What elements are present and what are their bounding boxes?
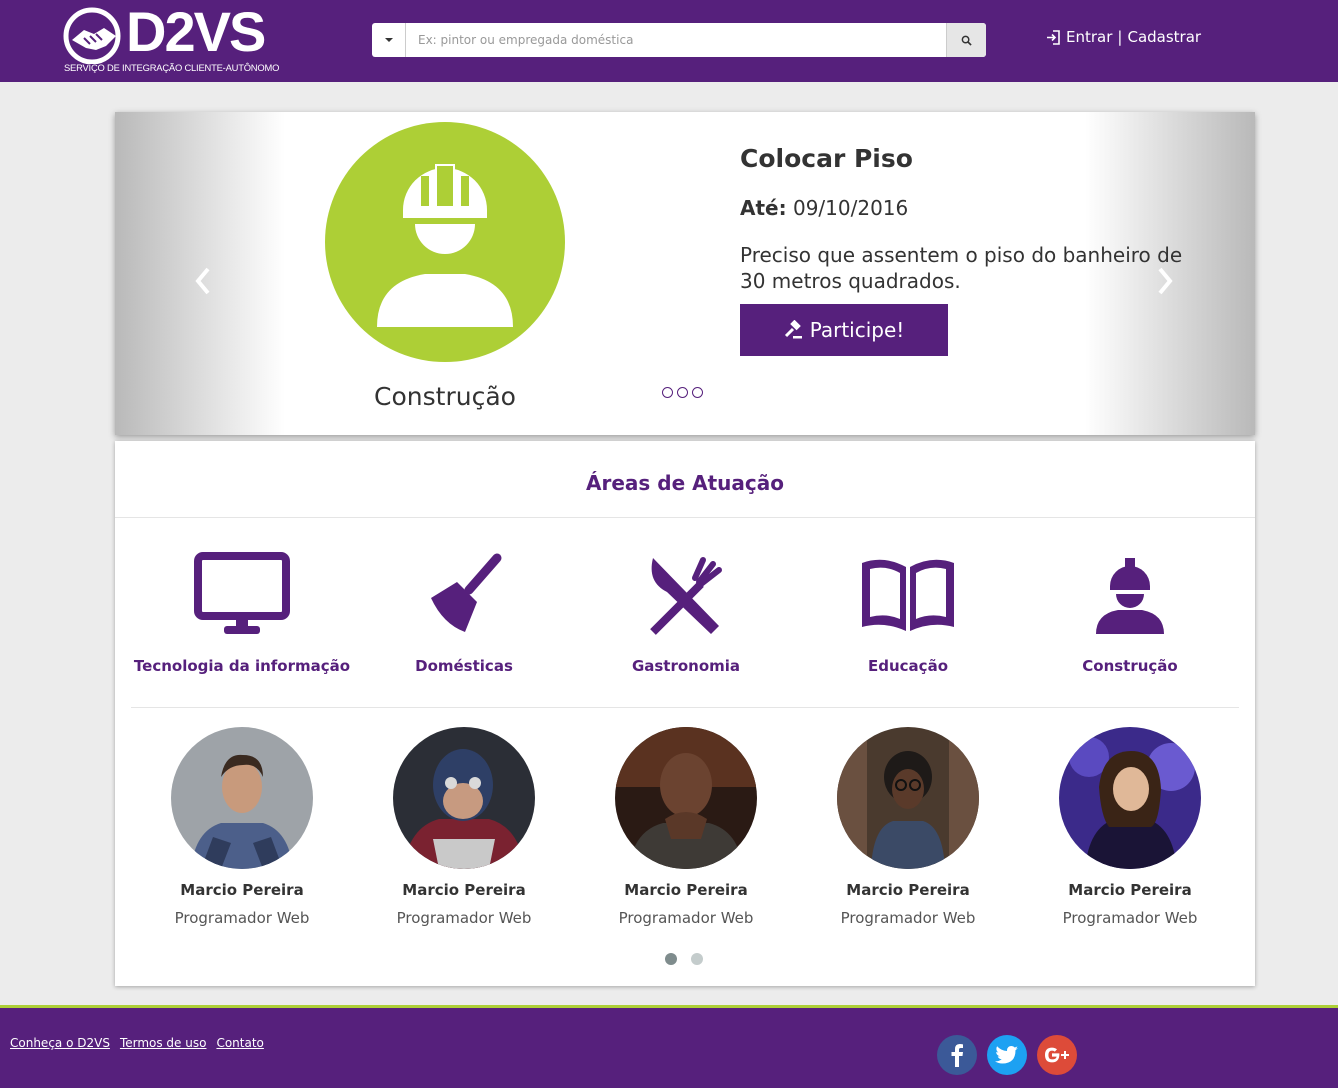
footer-link-about[interactable]: Conheça o D2VS xyxy=(10,1036,110,1050)
avatar xyxy=(393,727,535,869)
job-description: Preciso que assentem o piso do banheiro … xyxy=(740,243,1183,293)
professional-role: Programador Web xyxy=(396,909,532,927)
search-bar xyxy=(372,23,986,57)
participate-button[interactable]: Participe! xyxy=(740,304,948,356)
deadline-label: Até: xyxy=(740,196,787,220)
professional-name: Marcio Pereira xyxy=(624,881,748,899)
professionals-pager xyxy=(665,953,703,965)
professional-role: Programador Web xyxy=(1062,909,1198,927)
footer: Conheça o D2VS Termos de uso Contato xyxy=(0,1008,1338,1088)
area-label: Construção xyxy=(1082,657,1178,675)
search-input[interactable] xyxy=(406,23,946,57)
monitor-icon xyxy=(194,552,290,634)
professional-card[interactable]: Marcio Pereira Programador Web xyxy=(797,727,1019,927)
deadline-value: 09/10/2016 xyxy=(792,196,909,220)
area-label: Educação xyxy=(868,657,948,675)
login-icon xyxy=(1047,29,1060,45)
register-link[interactable]: Cadastrar xyxy=(1127,28,1201,46)
footer-link-terms[interactable]: Termos de uso xyxy=(120,1036,207,1050)
area-educacao[interactable]: Educação xyxy=(797,551,1019,675)
pager-dot-2[interactable] xyxy=(691,953,703,965)
carousel-indicator-3[interactable] xyxy=(692,387,703,398)
auth-separator: | xyxy=(1117,28,1123,46)
logo-subtitle: SERVIÇO DE INTEGRAÇÃO CLIENTE-AUTÔNOMO xyxy=(64,62,280,73)
pager-dot-1[interactable] xyxy=(665,953,677,965)
search-icon xyxy=(961,35,972,46)
area-label: Tecnologia da informação xyxy=(133,657,351,675)
twitter-button[interactable] xyxy=(987,1035,1027,1075)
broom-icon xyxy=(431,553,502,632)
login-link[interactable]: Entrar xyxy=(1066,28,1112,46)
job-title: Colocar Piso xyxy=(740,144,913,173)
facebook-button[interactable] xyxy=(937,1035,977,1075)
professional-name: Marcio Pereira xyxy=(1068,881,1192,899)
facebook-icon xyxy=(951,1044,963,1067)
professional-role: Programador Web xyxy=(618,909,754,927)
avatar xyxy=(1059,727,1201,869)
carousel-indicators xyxy=(662,387,703,398)
handshake-logo-icon xyxy=(63,7,121,64)
fork-knife-icon xyxy=(650,557,722,635)
footer-link-contact[interactable]: Contato xyxy=(216,1036,263,1050)
avatar xyxy=(171,727,313,869)
chevron-left-icon xyxy=(195,267,210,295)
participate-label: Participe! xyxy=(809,318,905,342)
footer-links: Conheça o D2VS Termos de uso Contato xyxy=(10,1036,264,1050)
divider xyxy=(131,707,1239,708)
category-circle xyxy=(325,122,565,362)
divider xyxy=(115,517,1255,518)
worker-icon xyxy=(377,164,513,327)
area-tecnologia[interactable]: Tecnologia da informação xyxy=(131,551,353,675)
area-label: Gastronomia xyxy=(631,657,741,675)
carousel-indicator-2[interactable] xyxy=(677,387,688,398)
caret-down-icon xyxy=(384,38,393,42)
google-plus-button[interactable] xyxy=(1037,1035,1077,1075)
job-deadline: Até: 09/10/2016 xyxy=(740,196,908,220)
search-button[interactable] xyxy=(946,23,986,57)
professional-card[interactable]: Marcio Pereira Programador Web xyxy=(575,727,797,927)
area-domesticas[interactable]: Domésticas xyxy=(353,551,575,675)
auth-links: Entrar | Cadastrar xyxy=(1046,26,1201,48)
professional-card[interactable]: Marcio Pereira Programador Web xyxy=(131,727,353,927)
top-navbar: D2VS SERVIÇO DE INTEGRAÇÃO CLIENTE-AUTÔN… xyxy=(0,0,1338,82)
logo-title: D2VS xyxy=(126,0,266,63)
professional-name: Marcio Pereira xyxy=(402,881,526,899)
area-construcao[interactable]: Construção xyxy=(1019,551,1241,675)
slide-category-label: Construção xyxy=(374,382,516,411)
logo[interactable]: D2VS SERVIÇO DE INTEGRAÇÃO CLIENTE-AUTÔN… xyxy=(62,0,279,74)
gavel-icon xyxy=(784,320,802,339)
worker-icon xyxy=(1096,558,1164,634)
twitter-icon xyxy=(995,1046,1018,1064)
avatar xyxy=(837,727,979,869)
professional-role: Programador Web xyxy=(174,909,310,927)
search-category-dropdown[interactable] xyxy=(372,23,406,57)
professional-name: Marcio Pereira xyxy=(180,881,304,899)
area-gastronomia[interactable]: Gastronomia xyxy=(575,551,797,675)
professional-role: Programador Web xyxy=(840,909,976,927)
book-icon xyxy=(862,559,954,631)
professional-card[interactable]: Marcio Pereira Programador Web xyxy=(1019,727,1241,927)
professional-name: Marcio Pereira xyxy=(846,881,970,899)
carousel-indicator-1[interactable] xyxy=(662,387,673,398)
areas-panel: Áreas de Atuação Tecnologia da informaçã… xyxy=(115,441,1255,986)
carousel-prev-button[interactable] xyxy=(191,264,215,298)
avatar xyxy=(615,727,757,869)
area-label: Domésticas xyxy=(415,657,513,675)
featured-jobs-carousel: Construção Colocar Piso Até: 09/10/2016 … xyxy=(115,112,1255,435)
professional-card[interactable]: Marcio Pereira Programador Web xyxy=(353,727,575,927)
areas-title: Áreas de Atuação xyxy=(586,471,784,495)
google-plus-icon xyxy=(1045,1047,1069,1063)
